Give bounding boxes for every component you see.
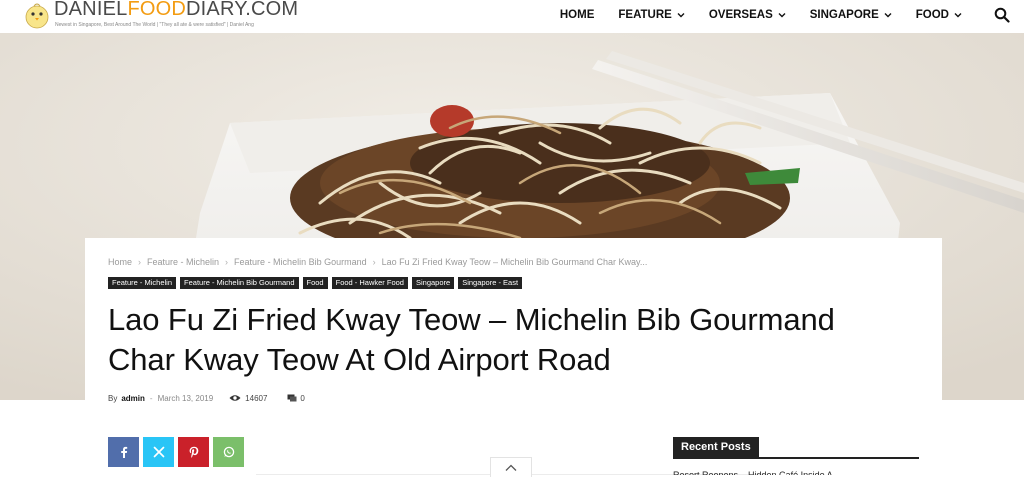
article-title: Lao Fu Zi Fried Kway Teow – Michelin Bib… <box>108 300 919 380</box>
share-buttons <box>108 437 248 467</box>
pinterest-icon <box>189 446 198 458</box>
site-logo[interactable]: DANIELFOODDIARY.COM Newest in Singapore,… <box>20 0 300 32</box>
chick-mascot-icon <box>25 3 49 29</box>
nav-home[interactable]: HOME <box>560 9 595 21</box>
meta-date: March 13, 2019 <box>157 393 214 403</box>
nav-food-label: FOOD <box>915 9 949 21</box>
breadcrumb-feature-michelin[interactable]: Feature - Michelin <box>147 257 219 267</box>
meta-author[interactable]: admin <box>121 394 145 403</box>
tag-food[interactable]: Food <box>302 277 328 289</box>
share-whatsapp-button[interactable] <box>213 437 244 467</box>
tag-food-hawker-food[interactable]: Food - Hawker Food <box>331 277 408 289</box>
share-facebook-button[interactable] <box>108 437 139 467</box>
breadcrumb-current-page: Lao Fu Zi Fried Kway Teow – Michelin Bib… <box>381 257 648 267</box>
share-pinterest-button[interactable] <box>178 437 209 467</box>
x-icon <box>153 446 164 458</box>
article-meta: By admin - March 13, 2019 14607 0 <box>108 392 919 404</box>
article-title-line1: Lao Fu Zi Fried Kway Teow – Michelin Bib… <box>108 302 835 337</box>
chevron-up-icon <box>505 464 517 471</box>
share-x-button[interactable] <box>143 437 174 467</box>
tag-feature-michelin-bib-gourmand[interactable]: Feature - Michelin Bib Gourmand <box>180 277 299 289</box>
whatsapp-icon <box>223 446 234 458</box>
logo-wordmark: DANIELFOODDIARY.COM <box>54 0 298 21</box>
logo-part-diary: DIARY.COM <box>186 0 299 20</box>
chevron-down-icon <box>677 13 685 18</box>
nav-home-label: HOME <box>559 9 595 21</box>
eye-icon <box>229 395 241 401</box>
meta-dash: - <box>149 393 153 403</box>
breadcrumb-home[interactable]: Home <box>108 257 132 267</box>
breadcrumb: Home › Feature - Michelin › Feature - Mi… <box>108 256 919 268</box>
tag-singapore-east[interactable]: Singapore - East <box>458 277 523 289</box>
facebook-icon <box>120 446 127 458</box>
chevron-down-icon <box>778 13 786 18</box>
nav-feature[interactable]: FEATURE <box>618 9 685 21</box>
breadcrumb-separator: › <box>225 257 229 267</box>
main-nav: HOME FEATURE OVERSEAS SINGAPORE FOOD <box>536 0 1010 30</box>
breadcrumb-bib-gourmand[interactable]: Feature - Michelin Bib Gourmand <box>234 257 367 267</box>
search-icon[interactable] <box>994 7 1010 23</box>
breadcrumb-separator: › <box>138 257 142 267</box>
category-tags: Feature - Michelin Feature - Michelin Bi… <box>108 277 919 290</box>
site-header: DANIELFOODDIARY.COM Newest in Singapore,… <box>0 0 1024 33</box>
meta-by-label: By <box>108 393 118 403</box>
chevron-down-icon <box>954 13 962 18</box>
article-header-card: Home › Feature - Michelin › Feature - Mi… <box>85 238 942 403</box>
article-title-line2: Char Kway Teow At Old Airport Road <box>108 342 611 377</box>
nav-food[interactable]: FOOD <box>916 9 962 21</box>
recent-post-link[interactable]: Resort Reopens – Hidden Café Inside A <box>673 469 919 475</box>
nav-singapore[interactable]: SINGAPORE <box>810 9 892 21</box>
nav-feature-label: FEATURE <box>618 9 672 21</box>
logo-part-daniel: DANIEL <box>54 0 128 20</box>
logo-part-food: FOOD <box>127 0 187 20</box>
chevron-down-icon <box>884 13 892 18</box>
meta-views-count: 14607 <box>245 393 268 403</box>
nav-overseas[interactable]: OVERSEAS <box>709 9 786 21</box>
comment-icon[interactable] <box>287 394 297 402</box>
nav-singapore-label: SINGAPORE <box>809 9 879 21</box>
tag-feature-michelin[interactable]: Feature - Michelin <box>108 277 177 289</box>
logo-tagline: Newest in Singapore, Best Around The Wor… <box>55 22 254 28</box>
tag-singapore[interactable]: Singapore <box>411 277 455 289</box>
recent-posts-title: Recent Posts <box>673 437 759 458</box>
breadcrumb-separator: › <box>372 257 376 267</box>
meta-comments-count[interactable]: 0 <box>300 394 304 403</box>
scroll-to-top-button[interactable] <box>490 457 532 477</box>
recent-posts-widget: Recent Posts Resort Reopens – Hidden Caf… <box>673 437 919 475</box>
nav-overseas-label: OVERSEAS <box>708 9 773 21</box>
